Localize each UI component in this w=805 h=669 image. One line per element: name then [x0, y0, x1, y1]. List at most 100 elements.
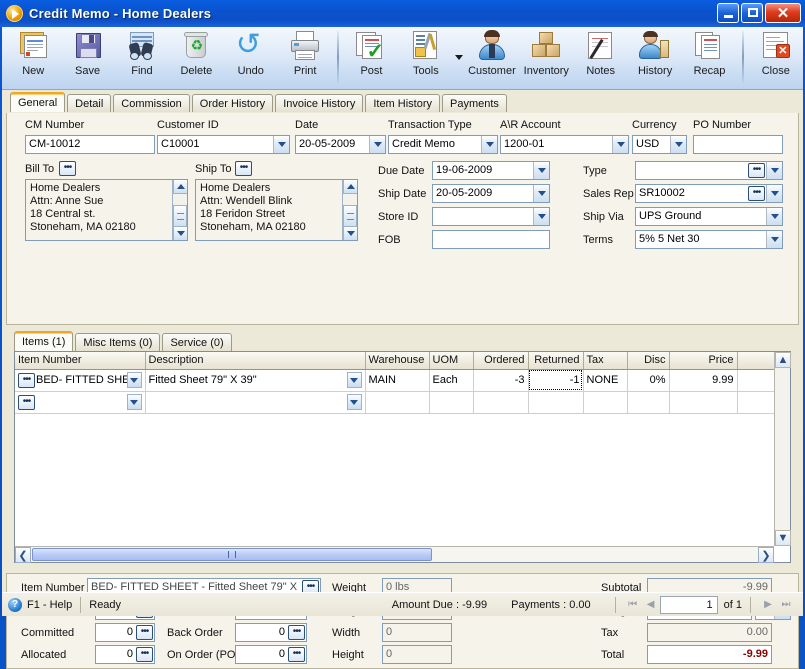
toolbar-customer-button[interactable]: Customer [465, 27, 519, 89]
minimize-button[interactable] [717, 3, 739, 23]
scroll-right-icon[interactable]: ❯ [758, 547, 774, 563]
cell-price[interactable] [669, 391, 738, 414]
bill-to-address-box[interactable]: Home Dealers Attn: Anne Sue 18 Central s… [25, 179, 188, 241]
col-description[interactable]: Description [145, 352, 366, 370]
tab-general[interactable]: General [10, 92, 66, 112]
scrollbar-thumb[interactable] [343, 205, 357, 227]
cell-tax[interactable]: NONE [583, 369, 628, 392]
scroll-up-icon[interactable]: ▲ [775, 352, 791, 368]
ship-to-lookup-button[interactable]: ••• [235, 161, 252, 176]
cell-total[interactable] [737, 391, 774, 414]
toolbar-save-button[interactable]: Save [60, 27, 114, 89]
col-ordered[interactable]: Ordered [473, 352, 529, 370]
scroll-down-icon[interactable]: ▼ [775, 530, 791, 546]
col-uom[interactable]: UOM [429, 352, 474, 370]
item-lookup-button[interactable]: ••• [18, 373, 35, 388]
bill-to-lookup-button[interactable]: ••• [59, 161, 76, 176]
toolbar-undo-button[interactable]: ↺ Undo [224, 27, 278, 89]
committed-field[interactable]: 0 ••• [95, 623, 155, 642]
chevron-down-icon[interactable] [766, 231, 782, 248]
chevron-down-icon[interactable] [273, 136, 289, 153]
cm-number-input[interactable]: CM-10012 [25, 135, 155, 154]
cell-warehouse[interactable] [365, 391, 430, 414]
page-number-input[interactable]: 1 [659, 595, 718, 614]
scrollbar-thumb[interactable] [173, 205, 187, 227]
currency-combo[interactable]: USD [632, 135, 687, 154]
col-warehouse[interactable]: Warehouse [365, 352, 430, 370]
store-id-combo[interactable] [432, 207, 550, 226]
toolbar-inventory-button[interactable]: Inventory [519, 27, 573, 89]
toolbar-close-button[interactable]: ✕ Close [749, 27, 803, 89]
scroll-left-icon[interactable]: ❮ [15, 547, 31, 563]
col-disc[interactable]: Disc [627, 352, 670, 370]
chevron-down-icon[interactable] [533, 185, 549, 202]
item-lookup-button[interactable]: ••• [18, 395, 35, 410]
due-date-combo[interactable]: 19-06-2009 [432, 161, 550, 180]
cell-ordered[interactable] [473, 391, 529, 414]
previous-record-button[interactable]: ◀ [642, 596, 660, 614]
scroll-up-icon[interactable] [343, 180, 357, 194]
next-record-button[interactable]: ▶ [759, 596, 777, 614]
scroll-down-icon[interactable] [343, 226, 357, 240]
cell-uom[interactable]: Each [429, 369, 474, 392]
col-item-number[interactable]: Item Number [15, 352, 146, 370]
first-record-button[interactable]: ⏮ [624, 596, 642, 614]
toolbar-find-button[interactable]: Find [115, 27, 169, 89]
cell-returned[interactable]: -1 [528, 369, 584, 392]
ship-via-combo[interactable]: UPS Ground [635, 207, 783, 226]
cell-item-number[interactable]: ••• [15, 391, 146, 414]
grid-tab-items[interactable]: Items (1) [14, 331, 74, 351]
tab-order-history[interactable]: Order History [191, 94, 274, 112]
po-number-input[interactable] [693, 135, 783, 154]
tab-payments[interactable]: Payments [442, 94, 507, 112]
committed-lookup-button[interactable]: ••• [136, 625, 153, 640]
sales-rep-combo[interactable]: SR10002 ••• [635, 184, 783, 203]
col-total[interactable]: Total [737, 352, 774, 370]
col-tax[interactable]: Tax [583, 352, 628, 370]
cell-price[interactable]: 9.99 [669, 369, 738, 392]
toolbar-delete-button[interactable]: ♻ Delete [169, 27, 223, 89]
cell-item-number[interactable]: ••• BED- FITTED SHEE [15, 369, 146, 392]
chevron-down-icon[interactable] [126, 394, 142, 410]
last-record-button[interactable]: ⏭ [777, 596, 795, 614]
tab-invoice-history[interactable]: Invoice History [275, 94, 364, 112]
tab-commission[interactable]: Commission [113, 94, 190, 112]
allocated-field[interactable]: 0 ••• [95, 645, 155, 664]
cell-disc[interactable]: 0% [627, 369, 670, 392]
chevron-down-icon[interactable] [369, 136, 385, 153]
cell-warehouse[interactable]: MAIN [365, 369, 430, 392]
cell-tax[interactable] [583, 391, 628, 414]
chevron-down-icon[interactable] [533, 208, 549, 225]
scroll-down-icon[interactable] [173, 226, 187, 240]
ar-account-combo[interactable]: 1200-01 [500, 135, 629, 154]
grid-tab-service[interactable]: Service (0) [162, 333, 232, 351]
fob-input[interactable] [432, 230, 550, 249]
toolbar-tools-button[interactable]: Tools [399, 27, 453, 89]
sales-rep-lookup-button[interactable]: ••• [748, 186, 765, 201]
close-button[interactable]: ✕ [765, 3, 801, 23]
help-label[interactable]: F1 - Help [27, 599, 72, 611]
scroll-up-icon[interactable] [173, 180, 187, 194]
ship-date-combo[interactable]: 20-05-2009 [432, 184, 550, 203]
chevron-down-icon[interactable] [126, 372, 142, 388]
cell-ordered[interactable]: -3 [473, 369, 529, 392]
col-price[interactable]: Price [669, 352, 738, 370]
chevron-down-icon[interactable] [346, 394, 362, 410]
chevron-down-icon[interactable] [766, 185, 782, 202]
grid-tab-misc-items[interactable]: Misc Items (0) [75, 333, 161, 351]
type-combo[interactable]: ••• [635, 161, 783, 180]
back-order-field[interactable]: 0 ••• [235, 623, 307, 642]
cell-uom[interactable] [429, 391, 474, 414]
help-icon[interactable]: ? [8, 597, 22, 612]
customer-id-combo[interactable]: C10001 [157, 135, 290, 154]
grid-vertical-scrollbar[interactable]: ▲ ▼ [774, 352, 791, 546]
height-field[interactable]: 0 [382, 645, 452, 664]
toolbar-print-button[interactable]: Print [278, 27, 332, 89]
date-combo[interactable]: 20-05-2009 [295, 135, 386, 154]
grid-horizontal-scrollbar[interactable]: ❮ ❯ [15, 546, 774, 563]
toolbar-history-button[interactable]: History [628, 27, 682, 89]
width-field[interactable]: 0 [382, 623, 452, 642]
chevron-down-icon[interactable] [533, 162, 549, 179]
hscroll-thumb[interactable] [32, 548, 432, 561]
ship-to-address-box[interactable]: Home Dealers Attn: Wendell Blink 18 Feri… [195, 179, 358, 241]
